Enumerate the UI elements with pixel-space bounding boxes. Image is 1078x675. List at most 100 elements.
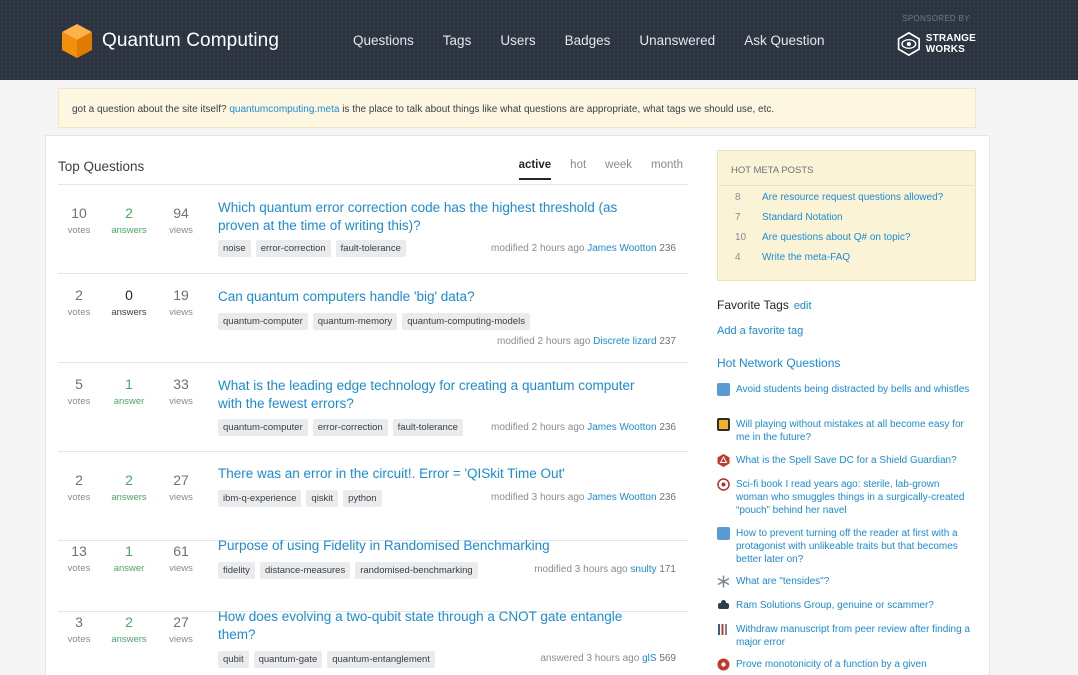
tag[interactable]: quantum-entanglement [327, 651, 435, 668]
question-tags: quantum-computer error-correction fault-… [218, 419, 468, 436]
notice-meta-link[interactable]: quantumcomputing.meta [229, 104, 339, 115]
cube-logo-icon [62, 24, 92, 58]
writing-icon [717, 527, 730, 540]
tab-active[interactable]: active [518, 159, 552, 180]
site-logo[interactable]: Quantum Computing [60, 22, 279, 60]
answer-count: 2 answers [111, 205, 147, 236]
tag[interactable]: error-correction [255, 240, 331, 257]
user-link[interactable]: James Wootton [587, 422, 656, 433]
meta-post-link[interactable]: Are questions about Q# on topic? [762, 232, 910, 243]
hot-network-question-link[interactable]: Will playing without mistakes at all bec… [736, 418, 971, 444]
favorite-tags-header: Favorite Tags edit [717, 298, 812, 312]
tag[interactable]: noise [218, 240, 251, 257]
sponsor-block[interactable]: SPONSORED BY STRANGE WORKS [896, 14, 976, 59]
meta-post-item: 4 Write the meta-FAQ [735, 252, 851, 263]
tab-hot[interactable]: hot [570, 159, 586, 180]
hot-network-question-link[interactable]: Withdraw manuscript from peer review aft… [736, 623, 971, 649]
hot-network-question-link[interactable]: Avoid students being distracted by bells… [736, 383, 971, 396]
tag[interactable]: python [343, 490, 382, 507]
top-questions-header: Top Questions active hot week month [58, 159, 688, 185]
question-activity: modified 3 hours ago James Wootton 236 [491, 492, 676, 503]
user-link[interactable]: glS [642, 653, 656, 664]
user-reputation: 236 [659, 422, 676, 433]
tag[interactable]: fidelity [218, 562, 255, 579]
meta-post-item: 8 Are resource request questions allowed? [735, 192, 944, 203]
nav-users[interactable]: Users [500, 33, 535, 48]
hot-network-question-link[interactable]: Ram Solutions Group, genuine or scammer? [736, 599, 971, 612]
question-summary: 10 votes 2 answers 94 views Which quantum e… [58, 185, 688, 274]
view-count: 27 views [169, 472, 193, 503]
tag[interactable]: randomised-benchmarking [355, 562, 478, 579]
tag[interactable]: distance-measures [259, 562, 351, 579]
tag[interactable]: qubit [218, 651, 249, 668]
question-summary: 2 votes 0 answers 19 views Can quantum comp… [58, 274, 688, 363]
meta-post-link[interactable]: Write the meta-FAQ [762, 252, 850, 263]
tag[interactable]: error-correction [312, 419, 388, 436]
vote-count: 2 votes [67, 287, 91, 318]
answer-count: 1 answer [113, 376, 145, 407]
question-tags: ibm-q-experience qiskit python [218, 490, 387, 507]
tag[interactable]: fault-tolerance [335, 240, 406, 257]
nav-badges[interactable]: Badges [565, 33, 611, 48]
question-title[interactable]: How does evolving a two-qubit state thro… [218, 608, 658, 644]
notice-suffix: is the place to talk about things like w… [339, 104, 775, 115]
sponsor-brand: STRANGE WORKS [926, 33, 976, 55]
question-title[interactable]: There was an error in the circuit!. Erro… [218, 465, 658, 483]
nav-tags[interactable]: Tags [443, 33, 472, 48]
tag[interactable]: quantum-computer [218, 419, 308, 436]
question-tags: noise error-correction fault-tolerance [218, 240, 411, 257]
vote-count: 5 votes [67, 376, 91, 407]
answer-count: 2 answers [111, 472, 147, 503]
user-reputation: 237 [659, 336, 676, 347]
tag[interactable]: qiskit [306, 490, 339, 507]
hot-network-question-link[interactable]: Prove monotonicity of a function by a gi… [736, 658, 971, 671]
add-favorite-tag-link[interactable]: Add a favorite tag [717, 325, 803, 337]
user-reputation: 171 [659, 564, 676, 575]
user-link[interactable]: snulty [630, 564, 656, 575]
nav-ask-question[interactable]: Ask Question [744, 33, 824, 48]
money-icon [718, 600, 729, 609]
user-link[interactable]: James Wootton [587, 492, 656, 503]
view-count: 94 views [169, 205, 193, 236]
sort-tabs: active hot week month [500, 159, 683, 180]
question-activity: answered 3 hours ago glS 569 [540, 653, 676, 664]
hot-network-question-link[interactable]: How to prevent turning off the reader at… [736, 527, 971, 566]
hot-meta-posts: HOT META POSTS 8 Are resource request que… [717, 150, 976, 281]
sponsor-brand-line1: STRANGE [925, 33, 976, 44]
tag[interactable]: quantum-computer [218, 313, 308, 330]
hot-network-question-link[interactable]: Sci-fi book I read years ago: sterile, l… [736, 478, 971, 517]
sponsor-label: SPONSORED BY [902, 14, 970, 23]
question-tags: fidelity distance-measures randomised-be… [218, 562, 483, 579]
nav-questions[interactable]: Questions [353, 33, 414, 48]
tag[interactable]: quantum-memory [312, 313, 398, 330]
tag[interactable]: quantum-computing-models [402, 313, 530, 330]
question-activity: modified 2 hours ago James Wootton 236 [491, 422, 676, 433]
hot-network-questions-title[interactable]: Hot Network Questions [717, 356, 840, 370]
view-count: 27 views [169, 614, 193, 645]
nav-unanswered[interactable]: Unanswered [639, 33, 715, 48]
hot-network-question-link[interactable]: What is the Spell Save DC for a Shield G… [736, 454, 971, 467]
tag[interactable]: quantum-gate [253, 651, 323, 668]
tab-month[interactable]: month [651, 159, 683, 180]
community-building-icon [717, 383, 730, 396]
strangeworks-eye-icon [897, 31, 920, 57]
tag[interactable]: ibm-q-experience [218, 490, 302, 507]
hot-network-question-link[interactable]: What are "tensides"? [736, 575, 971, 588]
favorite-tags-edit-link[interactable]: edit [794, 300, 812, 312]
worldbuilding-icon [717, 418, 730, 431]
favorite-tags-title: Favorite Tags [717, 298, 789, 312]
meta-post-link[interactable]: Are resource request questions allowed? [762, 192, 943, 203]
user-link[interactable]: James Wootton [587, 243, 656, 254]
question-title[interactable]: What is the leading edge technology for … [218, 377, 658, 413]
tag[interactable]: fault-tolerance [392, 419, 463, 436]
meta-post-link[interactable]: Standard Notation [762, 212, 843, 223]
user-link[interactable]: Discrete lizard [593, 336, 656, 347]
vote-count: 3 votes [67, 614, 91, 645]
question-title[interactable]: Can quantum computers handle 'big' data? [218, 288, 658, 306]
tab-week[interactable]: week [605, 159, 632, 180]
view-count: 33 views [169, 376, 193, 407]
top-bar: Quantum Computing Questions Tags Users B… [0, 0, 1078, 80]
question-title[interactable]: Purpose of using Fidelity in Randomised … [218, 537, 658, 555]
answer-count: 2 answers [111, 614, 147, 645]
question-title[interactable]: Which quantum error correction code has … [218, 199, 658, 235]
